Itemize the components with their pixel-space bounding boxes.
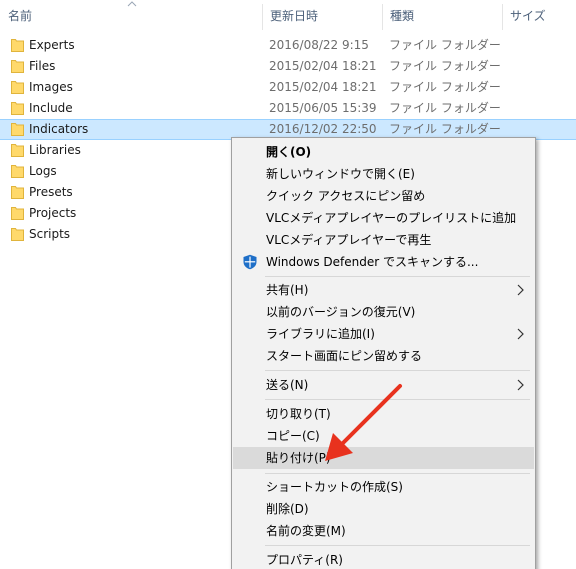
menu-separator <box>265 399 530 400</box>
menu-item-delete[interactable]: 削除(D) <box>233 498 534 520</box>
menu-item-label: 送る(N) <box>266 378 309 392</box>
context-menu: 開く(O) 新しいウィンドウで開く(E) クイック アクセスにピン留め VLCメ… <box>231 137 536 569</box>
chevron-right-icon <box>517 379 524 391</box>
column-name[interactable]: 名前 <box>0 0 262 32</box>
menu-item-label: Windows Defender でスキャンする... <box>266 255 479 269</box>
file-date: 2015/02/04 18:21 <box>269 59 377 73</box>
column-size[interactable]: サイズ <box>502 0 576 32</box>
menu-item-label: 貼り付け(P) <box>266 451 331 465</box>
menu-item-cut[interactable]: 切り取り(T) <box>233 403 534 425</box>
folder-icon <box>11 228 24 241</box>
menu-item-label: 以前のバージョンの復元(V) <box>266 305 416 319</box>
menu-item-open[interactable]: 開く(O) <box>233 141 534 163</box>
menu-item-paste[interactable]: 貼り付け(P) <box>233 447 534 469</box>
menu-item-label: 削除(D) <box>266 502 309 516</box>
menu-item-copy[interactable]: コピー(C) <box>233 425 534 447</box>
menu-item-label: 共有(H) <box>266 283 309 297</box>
file-name: Presets <box>29 185 73 199</box>
folder-icon <box>11 186 24 199</box>
folder-icon <box>11 81 24 94</box>
menu-separator <box>265 473 530 474</box>
file-name: Libraries <box>29 143 81 157</box>
menu-item-vlc-add-playlist[interactable]: VLCメディアプレイヤーのプレイリストに追加 <box>233 207 534 229</box>
chevron-right-icon <box>517 284 524 296</box>
file-row-files[interactable]: Files 2015/02/04 18:21 ファイル フォルダー <box>0 56 576 77</box>
menu-item-label: コピー(C) <box>266 429 320 443</box>
menu-item-label: ライブラリに追加(I) <box>266 327 375 341</box>
menu-item-label: ショートカットの作成(S) <box>266 480 403 494</box>
file-date: 2016/08/22 9:15 <box>269 38 369 52</box>
menu-item-label: 新しいウィンドウで開く(E) <box>266 167 415 181</box>
menu-item-label: プロパティ(R) <box>266 553 343 567</box>
file-row-images[interactable]: Images 2015/02/04 18:21 ファイル フォルダー <box>0 77 576 98</box>
folder-icon <box>11 60 24 73</box>
file-name: Scripts <box>29 227 71 241</box>
file-name: Include <box>29 101 73 115</box>
menu-separator <box>265 370 530 371</box>
menu-separator <box>265 276 530 277</box>
menu-item-rename[interactable]: 名前の変更(M) <box>233 520 534 542</box>
folder-icon <box>11 39 24 52</box>
file-name: Images <box>29 80 73 94</box>
file-name: Logs <box>29 164 57 178</box>
menu-item-label: VLCメディアプレイヤーのプレイリストに追加 <box>266 211 517 225</box>
menu-item-defender-scan[interactable]: Windows Defender でスキャンする... <box>233 251 534 273</box>
file-date: 2015/02/04 18:21 <box>269 80 377 94</box>
menu-item-restore-versions[interactable]: 以前のバージョンの復元(V) <box>233 301 534 323</box>
column-modified[interactable]: 更新日時 <box>262 0 382 32</box>
file-type: ファイル フォルダー <box>389 80 501 94</box>
windows-defender-icon <box>243 254 257 270</box>
file-type: ファイル フォルダー <box>389 101 501 115</box>
folder-icon <box>11 123 24 136</box>
menu-separator <box>265 545 530 546</box>
file-name: Files <box>29 59 56 73</box>
column-header: 名前 更新日時 種類 サイズ <box>0 0 576 32</box>
menu-item-label: VLCメディアプレイヤーで再生 <box>266 233 432 247</box>
chevron-right-icon <box>517 328 524 340</box>
menu-item-send-to[interactable]: 送る(N) <box>233 374 534 396</box>
menu-item-pin-quick-access[interactable]: クイック アクセスにピン留め <box>233 185 534 207</box>
folder-icon <box>11 102 24 115</box>
folder-icon <box>11 165 24 178</box>
menu-item-properties[interactable]: プロパティ(R) <box>233 549 534 569</box>
menu-item-share[interactable]: 共有(H) <box>233 279 534 301</box>
file-type: ファイル フォルダー <box>389 38 501 52</box>
menu-item-label: 名前の変更(M) <box>266 524 346 538</box>
folder-icon <box>11 207 24 220</box>
menu-item-create-shortcut[interactable]: ショートカットの作成(S) <box>233 476 534 498</box>
menu-item-add-to-library[interactable]: ライブラリに追加(I) <box>233 323 534 345</box>
menu-item-label: 開く(O) <box>266 145 312 159</box>
file-type: ファイル フォルダー <box>389 59 501 73</box>
file-name: Indicators <box>29 122 89 136</box>
file-row-include[interactable]: Include 2015/06/05 15:39 ファイル フォルダー <box>0 98 576 119</box>
folder-icon <box>11 144 24 157</box>
menu-item-label: スタート画面にピン留めする <box>266 349 423 363</box>
menu-item-vlc-play[interactable]: VLCメディアプレイヤーで再生 <box>233 229 534 251</box>
file-name: Projects <box>29 206 77 220</box>
menu-item-label: 切り取り(T) <box>266 407 331 421</box>
menu-item-pin-start[interactable]: スタート画面にピン留めする <box>233 345 534 367</box>
menu-item-open-new-window[interactable]: 新しいウィンドウで開く(E) <box>233 163 534 185</box>
file-row-experts[interactable]: Experts 2016/08/22 9:15 ファイル フォルダー <box>0 35 576 56</box>
column-type[interactable]: 種類 <box>382 0 502 32</box>
file-date: 2015/06/05 15:39 <box>269 101 377 115</box>
file-name: Experts <box>29 38 75 52</box>
menu-item-label: クイック アクセスにピン留め <box>266 189 426 203</box>
